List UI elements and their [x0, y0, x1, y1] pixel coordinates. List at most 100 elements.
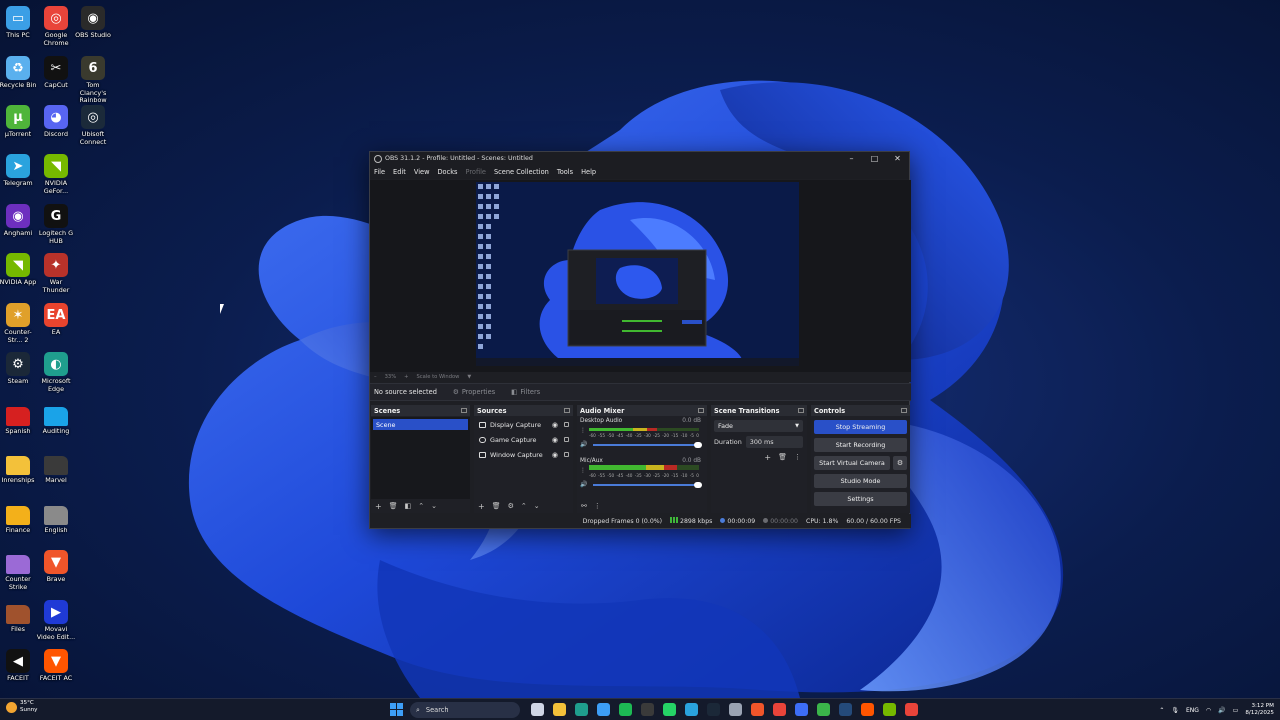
menu-scene-collection[interactable]: Scene Collection [494, 168, 549, 176]
brave-icon[interactable] [751, 703, 764, 716]
desktop-icon[interactable]: ⚙ Steam [0, 348, 38, 386]
vpn-icon[interactable] [795, 703, 808, 716]
more-vertical-icon[interactable]: ⋮ [580, 427, 586, 434]
desktop-icon[interactable]: µ µTorrent [0, 101, 38, 139]
spotify-icon[interactable] [619, 703, 632, 716]
menu-file[interactable]: File [374, 168, 385, 176]
more-vertical-icon[interactable]: ⋮ [794, 453, 801, 462]
wifi-icon[interactable]: ◠ [1206, 707, 1211, 714]
obs-icon[interactable] [641, 703, 654, 716]
desktop-icon[interactable]: ◥ NVIDIA GeFor... [36, 150, 76, 195]
eye-icon[interactable]: ◉ [552, 421, 558, 429]
desktop-icon[interactable]: ◕ Discord [36, 101, 76, 139]
filter-icon[interactable]: ◧ [405, 502, 412, 510]
start-virtual-camera-button[interactable]: Start Virtual Camera [814, 456, 890, 470]
steam-client-icon[interactable] [839, 703, 852, 716]
desktop-icon[interactable]: ◉ OBS Studio [73, 2, 113, 40]
desktop-icon[interactable]: ✦ War Thunder [36, 249, 76, 294]
stop-streaming-button[interactable]: Stop Streaming [814, 420, 907, 434]
add-source-icon[interactable]: + [478, 502, 485, 511]
add-transition-icon[interactable]: + [764, 453, 771, 462]
gear-icon[interactable]: ⚙ [893, 456, 907, 470]
edge-icon[interactable] [575, 703, 588, 716]
settings-button[interactable]: Settings [814, 492, 907, 506]
desktop-icon[interactable]: ◎ Google Chrome [36, 2, 76, 47]
lock-icon[interactable] [564, 422, 569, 427]
lock-icon[interactable] [564, 452, 569, 457]
speaker-icon[interactable]: 🔊 [580, 481, 587, 488]
trash-icon[interactable]: 🗑 [389, 502, 398, 510]
transition-select[interactable]: Fade ▼ [714, 420, 803, 432]
desktop-icon[interactable]: Spanish [0, 398, 38, 436]
more-vertical-icon[interactable]: ⋮ [580, 467, 586, 474]
desktop-icon[interactable]: ♻ Recycle Bin [0, 52, 38, 90]
windows-start-icon[interactable] [390, 703, 403, 716]
desktop-icon[interactable]: ▶ Movavi Video Edit... [36, 596, 76, 641]
source-row-window-capture[interactable]: Window Capture ◉ [474, 447, 573, 462]
move-up-icon[interactable]: ⌃ [521, 502, 527, 510]
lock-icon[interactable] [564, 437, 569, 442]
filters-button[interactable]: ◧ Filters [511, 388, 540, 396]
desktop-icon[interactable]: English [36, 497, 76, 535]
whatsapp-icon[interactable] [663, 703, 676, 716]
settings-icon[interactable] [729, 703, 742, 716]
undock-icon[interactable] [698, 408, 704, 413]
desktop-icon[interactable]: ◎ Ubisoft Connect [73, 101, 113, 146]
zoom-out-button[interactable]: – [374, 374, 377, 380]
faceit-ac-icon[interactable] [861, 703, 874, 716]
store-icon[interactable] [597, 703, 610, 716]
desktop-icon[interactable]: ➤ Telegram [0, 150, 38, 188]
undock-icon[interactable] [901, 408, 907, 413]
chrome-alt-icon[interactable] [905, 703, 918, 716]
clock[interactable]: 3:12 PM 8/12/2025 [1245, 703, 1274, 717]
undock-icon[interactable] [798, 408, 804, 413]
properties-button[interactable]: ⚙ Properties [453, 388, 495, 396]
obs-preview-canvas[interactable] [370, 180, 911, 372]
add-scene-icon[interactable]: + [375, 502, 382, 511]
steam-icon[interactable] [707, 703, 720, 716]
link-icon[interactable]: ⚯ [581, 502, 587, 510]
weather-widget[interactable]: 35°C Sunny [6, 700, 38, 714]
desktop-icon[interactable]: ◥ NVIDIA App [0, 249, 38, 287]
gear-icon[interactable]: ⚙ [508, 502, 514, 510]
trash-icon[interactable]: 🗑 [492, 502, 501, 510]
chevron-up-icon[interactable]: ⌃ [1159, 707, 1164, 714]
desktop-icon[interactable]: Counter Strike [0, 546, 38, 591]
menu-help[interactable]: Help [581, 168, 596, 176]
nvidia-icon[interactable] [883, 703, 896, 716]
eye-icon[interactable]: ◉ [552, 451, 558, 459]
taskbar-search[interactable]: ⌕ Search [410, 702, 520, 718]
desktop-icon[interactable]: G Logitech G HUB [36, 200, 76, 245]
desktop-icon[interactable]: ✶ Counter-Str... 2 [0, 299, 38, 344]
source-row-display-capture[interactable]: Display Capture ◉ [474, 417, 573, 432]
move-up-icon[interactable]: ⌃ [418, 502, 424, 510]
studio-mode-button[interactable]: Studio Mode [814, 474, 907, 488]
trash-icon[interactable]: 🗑 [778, 453, 787, 462]
desktop-icon[interactable]: Marvel [36, 447, 76, 485]
desktop-icon[interactable]: EA EA [36, 299, 76, 337]
desktop-icon[interactable]: Finance [0, 497, 38, 535]
volume-icon[interactable]: 🔊 [1218, 707, 1225, 714]
task-view-icon[interactable] [531, 703, 544, 716]
volume-slider[interactable] [593, 442, 702, 448]
obs-titlebar[interactable]: OBS 31.1.2 - Profile: Untitled - Scenes:… [370, 152, 909, 165]
telegram-icon[interactable] [685, 703, 698, 716]
menu-view[interactable]: View [414, 168, 430, 176]
desktop-icon[interactable]: Auditing [36, 398, 76, 436]
slider-knob[interactable] [694, 442, 702, 448]
menu-edit[interactable]: Edit [393, 168, 406, 176]
source-row-game-capture[interactable]: Game Capture ◉ [474, 432, 573, 447]
scene-item[interactable]: Scene [373, 419, 468, 430]
speaker-icon[interactable]: 🔊 [580, 441, 587, 448]
close-button[interactable]: ✕ [886, 154, 909, 163]
desktop-icon[interactable]: Inrenships [0, 447, 38, 485]
move-down-icon[interactable]: ⌄ [431, 502, 437, 510]
microphone-icon[interactable]: 🎙 [1171, 707, 1179, 714]
chrome-icon[interactable] [773, 703, 786, 716]
desktop-icon[interactable]: ▼ Brave [36, 546, 76, 584]
zoom-mode-dropdown[interactable]: Scale to Window [416, 374, 459, 380]
slider-knob[interactable] [694, 482, 702, 488]
battery-icon[interactable]: ▭ [1233, 707, 1239, 714]
menu-profile[interactable]: Profile [465, 168, 486, 176]
volume-slider[interactable] [593, 482, 702, 488]
